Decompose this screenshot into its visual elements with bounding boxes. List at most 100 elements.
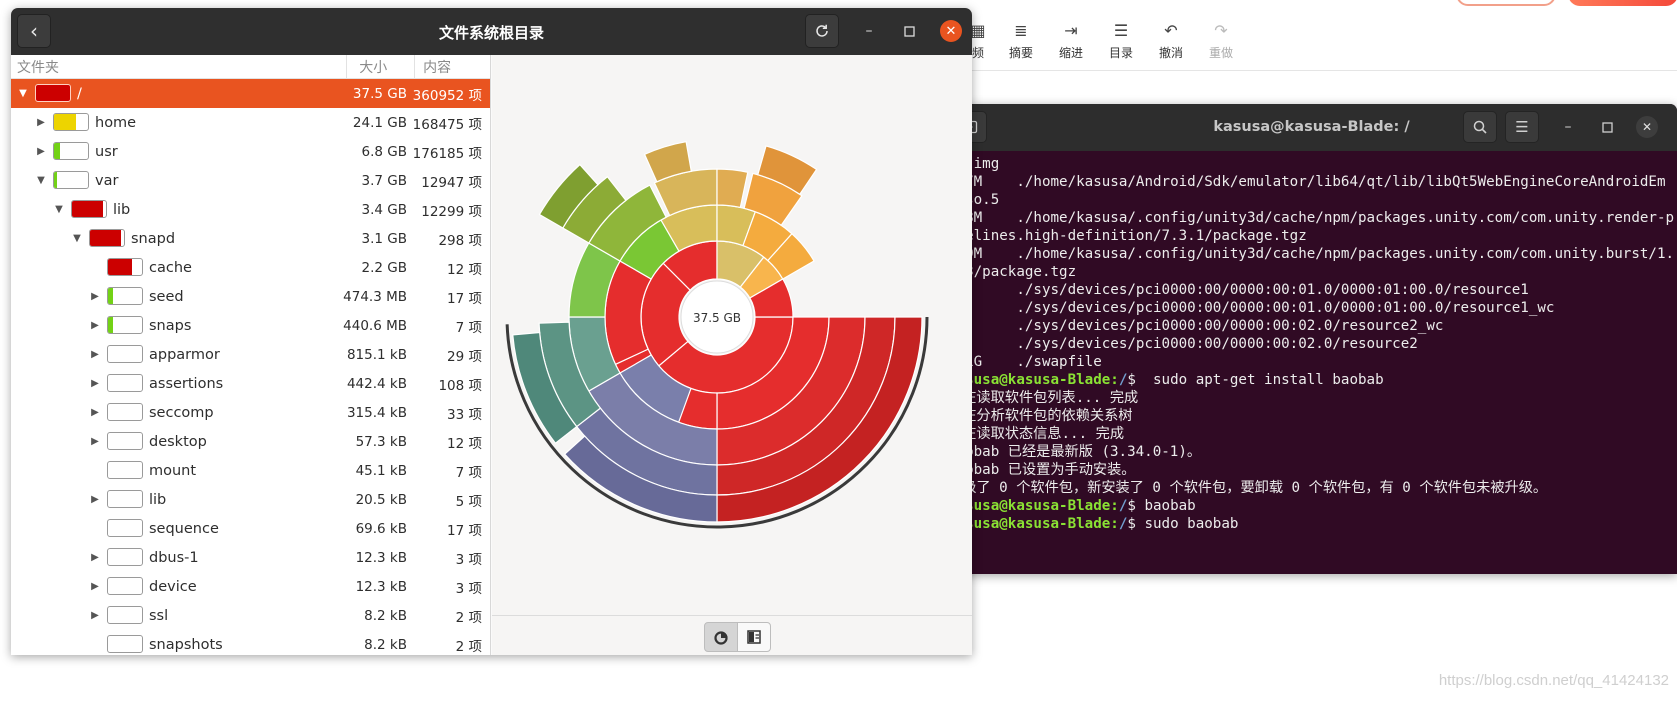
tree-header: 文件夹 大小 内容: [11, 55, 490, 79]
tree-row[interactable]: ▶ seccomp 315.4 kB 33 项: [11, 398, 490, 427]
usage-bar: [107, 461, 143, 479]
minimize-button[interactable]: –: [858, 20, 880, 42]
folder-contents: 2 项: [455, 609, 482, 626]
folder-contents: 360952 项: [412, 87, 482, 104]
folder-name: /: [77, 85, 82, 102]
search-icon: [1473, 120, 1487, 134]
column-header-size[interactable]: 大小: [346, 55, 414, 78]
terminal-search-button[interactable]: [1463, 111, 1497, 143]
folder-contents: 7 项: [455, 464, 482, 481]
tree-row[interactable]: ▶ assertions 442.4 kB 108 项: [11, 369, 490, 398]
toolbar-item-undo[interactable]: ↶ 撤消: [1146, 20, 1196, 68]
tree-row[interactable]: ▼ snapd 3.1 GB 298 项: [11, 224, 490, 253]
treemap-view-button[interactable]: [737, 622, 771, 652]
minimize-icon: –: [1564, 119, 1572, 135]
folder-contents: 3 项: [455, 551, 482, 568]
folder-contents: 29 项: [447, 348, 482, 365]
terminal-output[interactable]: or.img 107M ./home/kasusa/Android/Sdk/emu…: [946, 151, 1677, 552]
tree-row[interactable]: ▼ lib 3.4 GB 12299 项: [11, 195, 490, 224]
background-publish-button: [1568, 0, 1677, 6]
toolbar-item-toc[interactable]: ☰ 目录: [1096, 20, 1146, 68]
column-header-contents[interactable]: 内容: [414, 55, 490, 78]
toolbar-item-redo[interactable]: ↷ 重做: [1196, 20, 1246, 68]
expander-open-icon[interactable]: ▼: [53, 204, 65, 215]
usage-bar: [107, 316, 143, 334]
expander-open-icon[interactable]: ▼: [71, 233, 83, 244]
expander-closed-icon[interactable]: ▶: [89, 552, 101, 563]
tree-row[interactable]: ▶ apparmor 815.1 kB 29 项: [11, 340, 490, 369]
tree-row[interactable]: cache 2.2 GB 12 项: [11, 253, 490, 282]
folder-name: lib: [113, 201, 131, 218]
expander-closed-icon[interactable]: ▶: [89, 494, 101, 505]
tree-row[interactable]: ▼ var 3.7 GB 12947 项: [11, 166, 490, 195]
expander-open-icon[interactable]: ▼: [35, 175, 47, 186]
tree-row[interactable]: ▶ lib 20.5 kB 5 项: [11, 485, 490, 514]
expander-closed-icon[interactable]: ▶: [35, 117, 47, 128]
tree-row[interactable]: ▶ device 12.3 kB 3 项: [11, 572, 490, 601]
close-button[interactable]: ✕: [940, 20, 962, 42]
tree-row[interactable]: ▶ desktop 57.3 kB 12 项: [11, 427, 490, 456]
tree-row[interactable]: snapshots 8.2 kB 2 项: [11, 630, 490, 655]
tree-row[interactable]: ▶ dbus-1 12.3 kB 3 项: [11, 543, 490, 572]
terminal-output-line: 138M ./home/kasusa/.config/unity3d/cache…: [948, 210, 1675, 244]
rings-view-button[interactable]: [704, 622, 738, 652]
tree-row[interactable]: sequence 69.6 kB 17 项: [11, 514, 490, 543]
expander-open-icon[interactable]: ▼: [17, 88, 29, 99]
disk-usage-window: ‹ 文件系统根目录 – ✕ 文件夹 大小 内容 ▼ / 37.5 GB 360952 …: [11, 8, 972, 655]
folder-name: home: [95, 114, 137, 131]
expander-closed-icon[interactable]: ▶: [89, 436, 101, 447]
terminal-output-line: 0 ./sys/devices/pci0000:00/0000:00:01.0/…: [948, 282, 1529, 298]
maximize-button[interactable]: [898, 20, 920, 42]
command-text: sudo apt-get install baobab: [1135, 372, 1384, 388]
expander-closed-icon[interactable]: ▶: [89, 378, 101, 389]
usage-bar-fill: [54, 114, 76, 130]
folder-name: seccomp: [149, 404, 214, 421]
expander-closed-icon[interactable]: ▶: [89, 291, 101, 302]
folder-contents: 3 项: [455, 580, 482, 597]
tree-row[interactable]: ▶ usr 6.8 GB 176185 项: [11, 137, 490, 166]
toolbar-item-label: 摘要: [1008, 46, 1033, 60]
folder-contents: 5 项: [455, 493, 482, 510]
folder-contents: 17 项: [447, 290, 482, 307]
expander-closed-icon[interactable]: ▶: [89, 349, 101, 360]
tree-row[interactable]: ▶ snaps 440.6 MB 7 项: [11, 311, 490, 340]
column-header-folder[interactable]: 文件夹: [11, 57, 346, 77]
terminal-cursor-line: [948, 533, 1675, 552]
chart-view-switcher-bar: [492, 615, 972, 655]
prompt-user: kasusa@kasusa-Blade: [948, 372, 1111, 388]
toolbar-item-label: 撤消: [1158, 46, 1183, 60]
rescan-button[interactable]: [805, 14, 839, 48]
rings-chart[interactable]: 37.5 GB: [492, 55, 972, 615]
background-outline-button: [1456, 0, 1556, 6]
folder-size: 815.1 kB: [346, 346, 407, 363]
prompt-separator: :: [1110, 498, 1119, 514]
terminal-maximize-button[interactable]: [1597, 117, 1617, 137]
folder-contents: 17 项: [447, 522, 482, 539]
terminal-minimize-button[interactable]: –: [1558, 117, 1578, 137]
toolbar-item-label: 缩进: [1058, 46, 1083, 60]
tree-row[interactable]: mount 45.1 kB 7 项: [11, 456, 490, 485]
prompt-symbol: $: [1127, 498, 1136, 514]
tree-row[interactable]: ▶ home 24.1 GB 168475 项: [11, 108, 490, 137]
expander-closed-icon[interactable]: ▶: [89, 581, 101, 592]
toolbar-item-summary[interactable]: ≣ 摘要: [996, 20, 1046, 68]
expander-closed-icon[interactable]: ▶: [35, 146, 47, 157]
tree-row[interactable]: ▶ seed 474.3 MB 17 项: [11, 282, 490, 311]
tree-row[interactable]: ▶ ssl 8.2 kB 2 项: [11, 601, 490, 630]
folder-contents: 298 项: [438, 232, 482, 249]
prompt-user: kasusa@kasusa-Blade: [948, 516, 1111, 532]
folder-size: 69.6 kB: [355, 520, 407, 537]
toolbar-item-indent[interactable]: ⇥ 缩进: [1046, 20, 1096, 68]
expander-closed-icon[interactable]: ▶: [89, 610, 101, 621]
ring-segment[interactable]: [716, 168, 749, 209]
usage-bar-fill: [108, 288, 114, 304]
editor-toolbar: ▦ 频 ≣ 摘要 ⇥ 缩进 ☰ 目录 ↶ 撤消 ↷ 重做: [960, 20, 1246, 68]
summary-icon: ≣: [1014, 20, 1028, 40]
folder-contents: 7 项: [455, 319, 482, 336]
expander-closed-icon[interactable]: ▶: [89, 320, 101, 331]
expander-closed-icon[interactable]: ▶: [89, 407, 101, 418]
tree-row[interactable]: ▼ / 37.5 GB 360952 项: [11, 79, 490, 108]
terminal-menu-button[interactable]: ☰: [1505, 111, 1539, 143]
folder-contents: 12947 项: [421, 174, 482, 191]
terminal-close-button[interactable]: ✕: [1636, 116, 1658, 138]
